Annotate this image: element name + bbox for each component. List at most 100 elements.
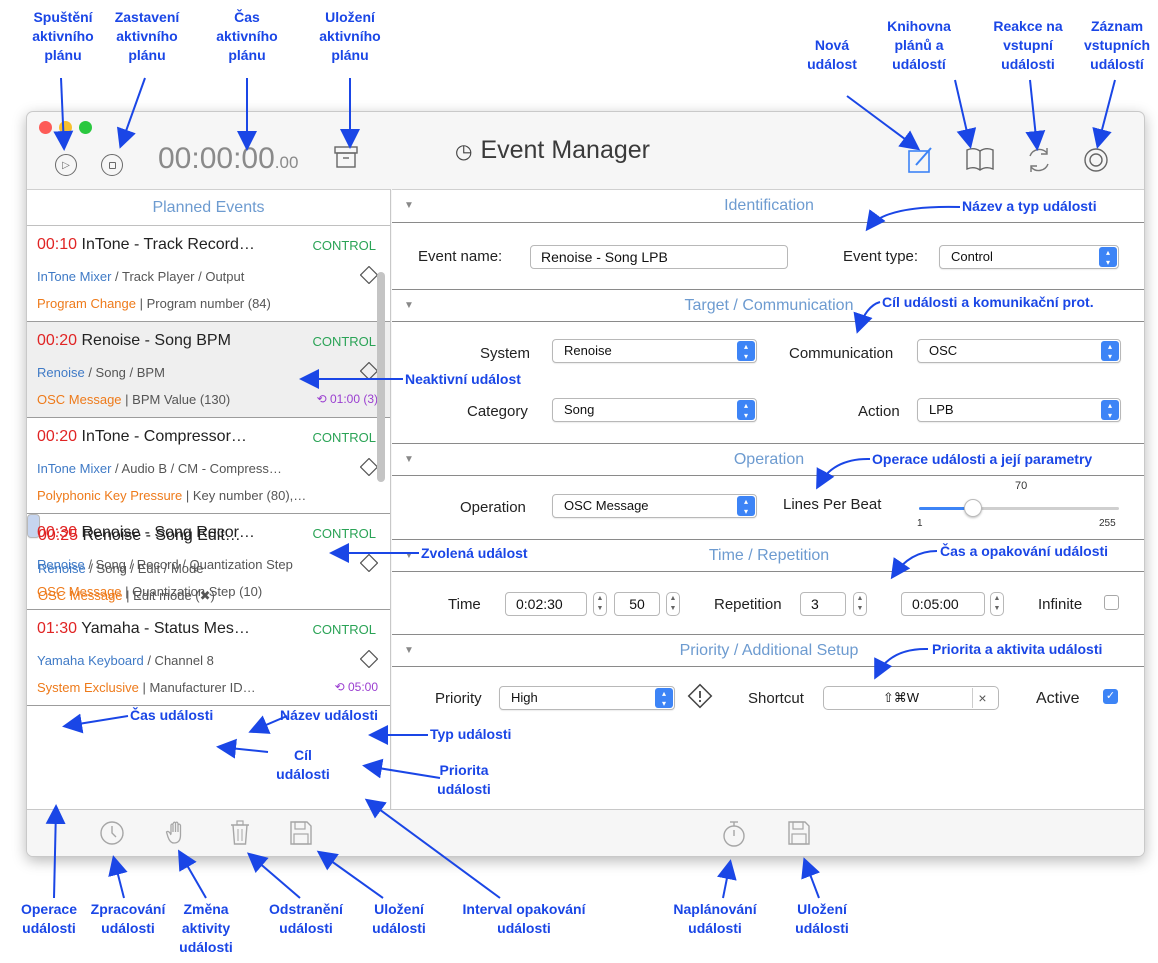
save-plan-button[interactable] (334, 145, 358, 174)
annotation-save-plan: Uložení aktivního plánu (319, 9, 381, 63)
refresh-icon (1029, 148, 1049, 172)
infinite-checkbox[interactable] (1104, 595, 1119, 610)
annotation-target-comm: Cíl události a komunikační prot. (882, 294, 1094, 310)
edit-icon (908, 147, 932, 173)
category-select[interactable]: Song ▴ ▾ (552, 398, 757, 422)
priority-warning-icon (687, 683, 713, 714)
list-scrollbar[interactable] (377, 272, 385, 482)
event-target-system: Renoise (37, 557, 85, 572)
save-event-button[interactable] (289, 820, 313, 851)
repeat-icon: ⟲ (316, 392, 327, 406)
hand-icon (165, 821, 182, 844)
event-row[interactable]: 01:30 Yamaha - Status Mes… CONTROL Yamaha … (27, 610, 390, 706)
play-plan-button[interactable]: ▷ (55, 154, 77, 176)
system-value: Renoise (564, 343, 612, 358)
shortcut-value: ⇧⌘W (882, 690, 920, 705)
repetition-stepper[interactable]: ▲ ▼ (853, 592, 867, 616)
event-title: 00:30 Renoise - Song Recor… (37, 524, 255, 542)
communication-select[interactable]: OSC ▴ ▾ (917, 339, 1121, 363)
zoom-window-button[interactable] (79, 121, 92, 134)
annotation-event-time: Čas události (130, 707, 214, 723)
library-button[interactable] (965, 146, 995, 177)
chevron-updown-icon: ▴ ▾ (1099, 247, 1117, 267)
event-operation-params: | Manufacturer ID… (138, 680, 256, 695)
priority-diamond-icon[interactable] (359, 265, 379, 287)
toggle-activity-button[interactable] (165, 820, 187, 851)
lines-per-beat-slider[interactable] (919, 499, 1119, 517)
chevron-updown-icon: ▴ ▾ (737, 496, 755, 516)
active-label: Active (1036, 690, 1080, 707)
slider-min-label: 1 (917, 518, 923, 529)
system-select[interactable]: Renoise ▴ ▾ (552, 339, 757, 363)
event-type-select[interactable]: Control ▴ ▾ (939, 245, 1119, 269)
time-field[interactable]: 0:02:30 (505, 592, 587, 616)
minimize-window-button[interactable] (59, 121, 72, 134)
event-type-badge: CONTROL (312, 526, 376, 541)
priority-label: Priority (435, 690, 482, 707)
event-title: 00:20 InTone - Compressor… (37, 428, 247, 446)
event-target-system: InTone Mixer (37, 269, 112, 284)
annotation-event-type: Typ události (430, 726, 512, 742)
active-checkbox[interactable]: ✓ (1103, 689, 1118, 704)
event-target-path: / Channel 8 (143, 653, 214, 668)
event-time: 00:20 (37, 428, 78, 445)
operation-label: Operation (460, 499, 526, 516)
event-target: Renoise / Song / BPM (37, 365, 165, 380)
category-label: Category (467, 403, 528, 420)
event-row[interactable]: 00:30 Renoise - Song Recor… CONTROL Renois… (27, 514, 390, 610)
action-select[interactable]: LPB ▴ ▾ (917, 398, 1121, 422)
event-name: Yamaha - Status Mes… (81, 620, 250, 637)
stop-plan-button[interactable] (101, 154, 123, 176)
annotation-event-target: Cíl události (276, 747, 330, 782)
action-label: Action (858, 403, 900, 420)
priority-diamond-icon[interactable] (359, 457, 379, 479)
time-stepper[interactable]: ▲ ▼ (593, 592, 607, 616)
repetition-label: Repetition (714, 596, 782, 613)
process-event-button[interactable] (99, 820, 125, 851)
communication-label: Communication (789, 345, 894, 362)
save-plan-footer-button[interactable] (787, 820, 811, 851)
plan-timer: 00:00:00.00 (158, 142, 298, 176)
slider-knob[interactable] (964, 499, 982, 517)
frames-stepper[interactable]: ▲ ▼ (666, 592, 680, 616)
annotation-library: Knihovna plánů a událostí (887, 18, 951, 72)
clear-shortcut-icon[interactable]: × (972, 688, 992, 708)
event-operation-name: Polyphonic Key Pressure (37, 488, 183, 503)
event-row[interactable]: 00:10 InTone - Track Record… CONTROL InTon… (27, 226, 390, 322)
event-target-system: Renoise (37, 365, 85, 380)
event-name-field[interactable]: Renoise - Song LPB (530, 245, 788, 269)
event-time: 00:20 (37, 332, 78, 349)
priority-select[interactable]: High ▴ ▾ (499, 686, 675, 710)
timer-fraction: .00 (274, 153, 299, 172)
event-repeat-value: 05:00 (347, 680, 378, 694)
event-title: 00:10 InTone - Track Record… (37, 236, 255, 254)
input-reaction-button[interactable] (1025, 146, 1053, 179)
annotation-new-event: Nová událost (807, 37, 857, 72)
event-row[interactable]: 00:20 Renoise - Song BPM CONTROL Renoise /… (27, 322, 390, 418)
event-time: 01:30 (37, 620, 78, 637)
close-window-button[interactable] (39, 121, 52, 134)
window-title: ◷ Event Manager (455, 136, 650, 165)
event-title: 00:20 Renoise - Song BPM (37, 332, 231, 350)
new-event-button[interactable] (908, 146, 934, 179)
repetition-field[interactable]: 3 (800, 592, 846, 616)
frames-field[interactable]: 50 (614, 592, 660, 616)
interval-stepper[interactable]: ▲ ▼ (990, 592, 1004, 616)
event-row[interactable]: 00:20 InTone - Compressor… CONTROL InTone … (27, 418, 390, 514)
schedule-event-button[interactable] (721, 820, 747, 853)
event-target: InTone Mixer / Audio B / CM - Compress… (37, 461, 282, 476)
input-record-button[interactable] (1082, 146, 1110, 179)
event-target-system: InTone Mixer (37, 461, 112, 476)
delete-event-button[interactable] (230, 820, 250, 851)
action-value: LPB (929, 402, 954, 417)
planned-events-header: Planned Events (27, 190, 390, 226)
annotation-inactive-event: Neaktivní událost (405, 371, 521, 387)
priority-diamond-icon[interactable] (359, 361, 379, 383)
event-target: InTone Mixer / Track Player / Output (37, 269, 244, 284)
event-name: InTone - Track Record… (81, 236, 255, 253)
priority-diamond-icon[interactable] (359, 553, 379, 575)
interval-field[interactable]: 0:05:00 (901, 592, 985, 616)
priority-diamond-icon[interactable] (359, 649, 379, 671)
operation-select[interactable]: OSC Message ▴ ▾ (552, 494, 757, 518)
event-operation: OSC Message | Quantization Step (10) (37, 584, 262, 599)
